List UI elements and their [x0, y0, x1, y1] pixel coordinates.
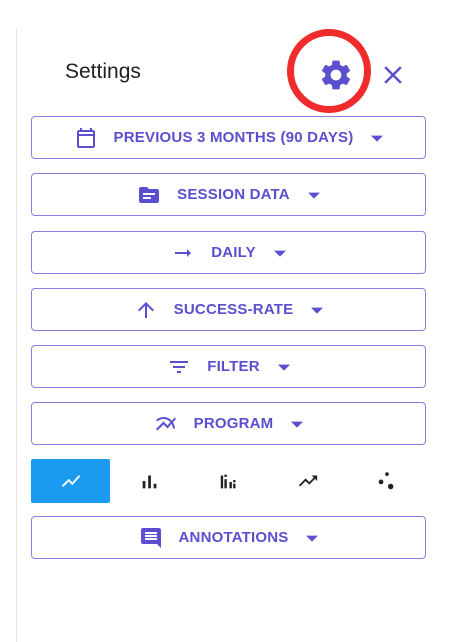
chevron-down-icon — [291, 418, 304, 430]
chart-type-trend[interactable] — [268, 459, 347, 503]
chart-type-bar[interactable] — [110, 459, 189, 503]
chevron-down-icon — [371, 132, 384, 144]
chart-type-toggle — [31, 459, 426, 503]
interval-label: DAILY — [211, 244, 256, 261]
page-title: Settings — [65, 60, 141, 83]
chevron-down-icon — [277, 361, 290, 373]
data-source-label: SESSION DATA — [177, 186, 290, 203]
group-by-label: PROGRAM — [193, 415, 274, 432]
folder-icon — [137, 183, 161, 207]
close-icon — [384, 66, 402, 84]
multi-line-icon — [154, 412, 178, 436]
chevron-down-icon — [307, 189, 320, 201]
chevron-down-icon — [273, 247, 286, 259]
date-range-label: PREVIOUS 3 MONTHS (90 DAYS) — [113, 129, 354, 146]
filter-icon — [167, 355, 191, 379]
metric-dropdown[interactable]: SUCCESS-RATE — [31, 288, 426, 331]
group-by-dropdown[interactable]: PROGRAM — [31, 402, 426, 445]
line-chart-icon — [61, 475, 80, 487]
chevron-down-icon — [306, 532, 319, 544]
annotations-label: ANNOTATIONS — [178, 529, 289, 546]
filter-label: FILTER — [207, 358, 260, 375]
filter-dropdown[interactable]: FILTER — [31, 345, 426, 388]
bar-chart-icon — [142, 475, 156, 489]
annotations-dropdown[interactable]: ANNOTATIONS — [31, 516, 426, 559]
gear-icon — [321, 60, 351, 90]
panel-left-border — [16, 28, 17, 642]
settings-button[interactable] — [316, 55, 356, 95]
interval-dropdown[interactable]: DAILY — [31, 231, 426, 274]
arrow-right-icon — [171, 241, 195, 265]
chart-type-grouped-bar[interactable] — [189, 459, 268, 503]
chart-type-line[interactable] — [31, 459, 110, 503]
chevron-down-icon — [311, 304, 324, 316]
close-button[interactable] — [376, 58, 410, 92]
metric-label: SUCCESS-RATE — [173, 301, 294, 318]
data-source-dropdown[interactable]: SESSION DATA — [31, 173, 426, 216]
trending-up-icon — [298, 475, 317, 487]
scatter-chart-icon — [378, 472, 393, 490]
chart-type-scatter[interactable] — [347, 459, 426, 503]
date-range-dropdown[interactable]: PREVIOUS 3 MONTHS (90 DAYS) — [31, 116, 426, 159]
comment-icon — [139, 526, 163, 550]
calendar-icon — [74, 126, 98, 150]
arrow-up-icon — [134, 298, 158, 322]
grouped-bar-chart-icon — [220, 474, 236, 489]
